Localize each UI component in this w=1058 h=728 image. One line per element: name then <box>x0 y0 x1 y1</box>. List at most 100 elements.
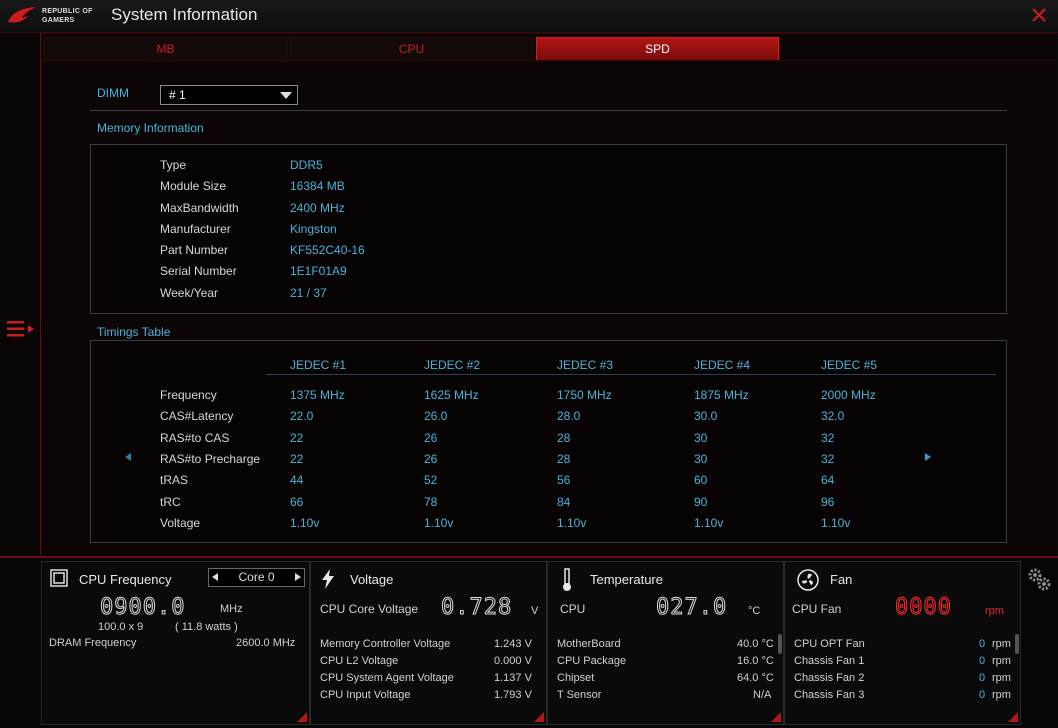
cpu-temperature-value: 027.0 <box>655 595 728 621</box>
fan-row-unit: rpm <box>992 689 1011 701</box>
close-icon[interactable] <box>1030 6 1048 24</box>
timing-cell: 28 <box>557 452 571 466</box>
voltage-title: Voltage <box>350 572 394 587</box>
timings-title: Timings Table <box>97 325 171 339</box>
mem-value-bandwidth: 2400 MHz <box>290 201 345 215</box>
mem-value-weekyear: 21 / 37 <box>290 286 327 300</box>
fan-row-value: 0 <box>979 689 986 701</box>
temperature-row-value: 40.0 °C <box>737 638 774 650</box>
timing-label: CAS#Latency <box>160 409 234 423</box>
timing-cell: 64 <box>821 473 835 487</box>
timing-cell: 30 <box>694 431 708 445</box>
cpu-frequency-panel: CPU Frequency Core 0 0900.0 MHz 100.0 x … <box>41 561 310 725</box>
fan-row-label: Chassis Fan 2 <box>794 672 865 684</box>
timing-cell: 96 <box>821 495 835 509</box>
cpu-frequency-title: CPU Frequency <box>79 572 172 587</box>
temperature-row-value: N/A <box>753 689 772 701</box>
timing-cell: 1375 MHz <box>290 388 345 402</box>
thermometer-icon <box>563 568 571 591</box>
mem-label-manufacturer: Manufacturer <box>160 222 231 236</box>
mem-value-manufacturer: Kingston <box>290 222 337 236</box>
tab-divider <box>41 60 1057 61</box>
voltage-row-label: CPU Input Voltage <box>320 689 411 701</box>
timing-cell: 84 <box>557 495 571 509</box>
temperature-scrollbar[interactable] <box>778 634 782 654</box>
divider <box>90 110 1007 111</box>
cpu-frequency-value: 0900.0 <box>99 595 186 621</box>
gear-icon[interactable] <box>1026 566 1052 592</box>
mem-label-type: Type <box>160 158 187 172</box>
fan-row-value: 0 <box>979 672 986 684</box>
cpu-temperature-unit: °C <box>748 605 761 617</box>
timing-cell: 90 <box>694 495 708 509</box>
cpu-core-voltage-value: 0.728 <box>440 595 513 621</box>
timing-label: Voltage <box>160 516 201 530</box>
chevron-right-icon[interactable] <box>295 573 301 581</box>
scroll-right-icon[interactable] <box>925 453 931 461</box>
timing-cell: 22 <box>290 452 304 466</box>
mem-value-serial: 1E1F01A9 <box>290 264 347 278</box>
main-panel: MB CPU SPD DIMM # 1 Memory Information T… <box>41 33 1057 556</box>
timings-col-1: JEDEC #1 <box>290 358 347 372</box>
mem-label-weekyear: Week/Year <box>160 286 219 300</box>
mem-label-part: Part Number <box>160 243 229 257</box>
temperature-row-value: 16.0 °C <box>737 655 774 667</box>
temperature-row-label: MotherBoard <box>557 638 621 650</box>
timing-cell: 32 <box>821 452 835 466</box>
logo-line-1: REPUBLIC OF <box>42 8 93 15</box>
tab-mb[interactable]: MB <box>43 37 288 61</box>
fan-row-unit: rpm <box>992 655 1011 667</box>
panel-resize-corner[interactable] <box>534 712 544 722</box>
fan-row-unit: rpm <box>992 672 1011 684</box>
timing-cell: 78 <box>424 495 438 509</box>
voltage-row-label: Memory Controller Voltage <box>320 638 451 650</box>
tab-bar: MB CPU SPD <box>41 37 1057 61</box>
timing-cell: 1.10v <box>821 516 851 530</box>
monitor-bar: CPU Frequency Core 0 0900.0 MHz 100.0 x … <box>0 556 1058 728</box>
timing-cell: 22 <box>290 431 304 445</box>
timing-cell: 2000 MHz <box>821 388 876 402</box>
panel-resize-corner[interactable] <box>1008 712 1018 722</box>
timings-col-2: JEDEC #2 <box>424 358 481 372</box>
temperature-row-label: CPU Package <box>557 655 627 667</box>
temperature-panel: Temperature CPU 027.0 °C MotherBoard 40.… <box>547 561 784 725</box>
timing-cell: 32 <box>821 431 835 445</box>
fan-row-label: Chassis Fan 1 <box>794 655 865 667</box>
memory-info-title: Memory Information <box>97 121 204 135</box>
timings-col-3: JEDEC #3 <box>557 358 614 372</box>
timing-cell: 26 <box>424 431 438 445</box>
tab-cpu[interactable]: CPU <box>289 37 534 61</box>
voltage-row-label: CPU System Agent Voltage <box>320 672 454 684</box>
cpu-multiplier: 100.0 x 9 <box>98 621 144 633</box>
timings-header-line <box>266 374 996 375</box>
timing-cell: 1625 MHz <box>424 388 479 402</box>
timing-cell: 60 <box>694 473 708 487</box>
title-bar: REPUBLIC OF GAMERS System Information <box>0 0 1058 33</box>
tab-spd[interactable]: SPD <box>536 37 779 61</box>
mem-label-size: Module Size <box>160 179 227 193</box>
core-selector-value: Core 0 <box>238 570 275 584</box>
mem-value-part: KF552C40-16 <box>290 243 365 257</box>
timing-label: RAS#to Precharge <box>160 452 261 466</box>
timing-cell: 26.0 <box>424 409 448 423</box>
scroll-left-icon[interactable] <box>125 453 131 461</box>
timings-box: JEDEC #1 JEDEC #2 JEDEC #3 JEDEC #4 JEDE… <box>90 340 1007 543</box>
chevron-left-icon[interactable] <box>212 573 218 581</box>
core-selector[interactable]: Core 0 <box>208 568 305 587</box>
dimm-select[interactable]: # 1 <box>160 85 298 105</box>
cpu-fan-label: CPU Fan <box>792 602 842 616</box>
timing-label: tRC <box>160 495 181 509</box>
fan-panel: Fan CPU Fan 0000 rpm CPU OPT Fan 0 rpm C… <box>784 561 1021 725</box>
panel-resize-corner[interactable] <box>771 712 781 722</box>
menu-icon[interactable] <box>6 319 36 339</box>
mem-label-serial: Serial Number <box>160 264 237 278</box>
temperature-title: Temperature <box>590 572 663 587</box>
fan-row-label: Chassis Fan 3 <box>794 689 865 701</box>
left-rail <box>0 33 41 555</box>
temperature-row-value: 64.0 °C <box>737 672 774 684</box>
voltage-row-label: CPU L2 Voltage <box>320 655 399 667</box>
timing-cell: 30.0 <box>694 409 718 423</box>
panel-resize-corner[interactable] <box>297 712 307 722</box>
fan-scrollbar[interactable] <box>1015 634 1019 654</box>
timing-cell: 22.0 <box>290 409 314 423</box>
